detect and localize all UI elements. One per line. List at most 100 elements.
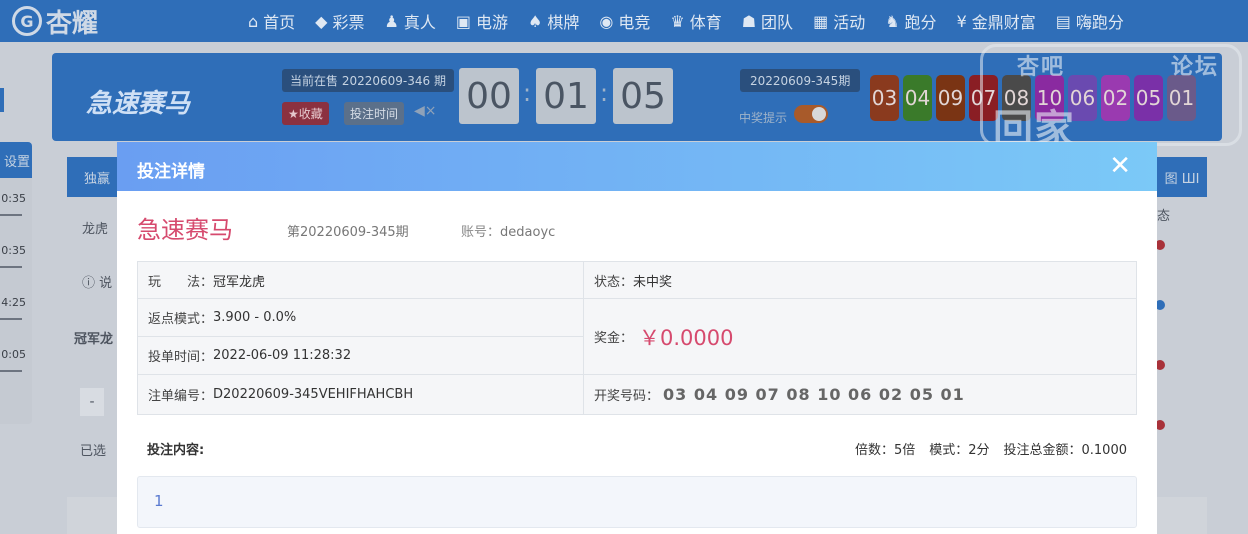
nav-item-label: 真人 bbox=[403, 13, 436, 32]
divider bbox=[0, 214, 22, 216]
nav-item-0[interactable]: ⌂ 首页 bbox=[248, 9, 295, 33]
watermark: 杏吧 论坛 回家14.com bbox=[980, 44, 1242, 201]
bet-meta: 倍数：5倍 模式：2分 投注总金额：0.1000 bbox=[855, 439, 1127, 458]
countdown-seconds: 05 bbox=[613, 68, 673, 124]
nav-item-6[interactable]: ♛ 体育 bbox=[670, 9, 721, 33]
order-value: D20220609-345VEHIFHAHCBH bbox=[213, 387, 414, 402]
draw-numbers: 03 04 09 07 08 10 06 02 05 01 bbox=[663, 385, 965, 404]
nav-item-9[interactable]: ♞ 跑分 bbox=[885, 9, 936, 33]
nav-item-label: 体育 bbox=[689, 13, 722, 32]
hi-icon: ▤ bbox=[1055, 11, 1071, 31]
left-time-4: 0:05 bbox=[1, 348, 26, 361]
row-label: 龙虎 bbox=[82, 222, 109, 237]
countdown-minutes: 01 bbox=[536, 68, 596, 124]
nav-item-3[interactable]: ▣ 电游 bbox=[456, 9, 508, 33]
nav-menu: ⌂ 首页 ◆ 彩票 ♟ 真人 ▣ 电游 ♠ 棋牌 ◉ 电竞 ♛ 体育 ☗ 团队 ▦ 活动 ♞ 跑分 ¥ 金鼎财富 ▤ 嗨跑分 bbox=[248, 0, 1124, 42]
multiple-value: 倍数：5倍 bbox=[854, 443, 916, 458]
bet-time-label: 投单时间： bbox=[148, 350, 214, 365]
draw-label: 开奖号码： bbox=[594, 389, 660, 404]
nav-item-label: 团队 bbox=[761, 13, 794, 32]
nav-item-label: 彩票 bbox=[332, 13, 365, 32]
game-name: 急速赛马 bbox=[137, 216, 233, 244]
left-sidebar: 设置 0:35 0:35 4:25 0:05 bbox=[0, 142, 32, 424]
lottery-icon: ◆ bbox=[315, 11, 328, 31]
left-edge-handle[interactable] bbox=[0, 88, 4, 112]
draw-ball: 04 bbox=[903, 75, 932, 121]
nav-item-10[interactable]: ¥ 金鼎财富 bbox=[957, 9, 1036, 33]
nav-item-1[interactable]: ◆ 彩票 bbox=[315, 9, 364, 33]
bet-content-label: 投注内容: bbox=[147, 443, 205, 458]
nav-item-label: 棋牌 bbox=[547, 13, 580, 32]
play-value: 冠军龙虎 bbox=[213, 274, 266, 290]
nav-item-8[interactable]: ▦ 活动 bbox=[813, 9, 865, 33]
tab-chart[interactable]: 图 ШI bbox=[1157, 157, 1207, 197]
current-issue-badge: 当前在售 20220609-346 期 bbox=[282, 69, 454, 92]
card-icon: ♠ bbox=[528, 11, 543, 31]
money-icon: ¥ bbox=[956, 11, 967, 31]
nav-item-7[interactable]: ☗ 团队 bbox=[742, 9, 793, 33]
top-nav: G 杏耀 ⌂ 首页 ◆ 彩票 ♟ 真人 ▣ 电游 ♠ 棋牌 ◉ 电竞 ♛ 体育 ☗ 团队 ▦ 活动 ♞ 跑分 ¥ 金鼎财富… bbox=[0, 0, 1248, 42]
account-info: 账号：dedaoyc bbox=[461, 221, 555, 240]
modal-title: 投注详情 bbox=[137, 162, 205, 182]
win-tip-toggle[interactable] bbox=[794, 105, 828, 123]
nav-item-2[interactable]: ♟ 真人 bbox=[385, 9, 436, 33]
section-label: 冠军龙 bbox=[74, 332, 114, 347]
divider bbox=[0, 266, 22, 268]
play-label: 玩 法： bbox=[148, 274, 214, 290]
account-label: 账号： bbox=[461, 225, 501, 240]
prize-value: ￥0.0000 bbox=[639, 325, 734, 350]
left-settings-tab[interactable]: 设置 bbox=[0, 142, 32, 178]
nav-item-label: 嗨跑分 bbox=[1075, 13, 1124, 32]
site-logo[interactable]: G 杏耀 bbox=[12, 4, 98, 39]
live-dealer-icon: ♟ bbox=[384, 11, 399, 31]
left-time-2: 0:35 bbox=[1, 244, 26, 257]
order-row: 注单编号： D20220609-345VEHIFHAHCBH bbox=[138, 375, 583, 414]
status-value: 未中奖 bbox=[633, 274, 673, 290]
nav-item-label: 活动 bbox=[833, 13, 866, 32]
gamepad-icon: ◉ bbox=[599, 11, 614, 31]
issue-number: 第20220609-345期 bbox=[287, 225, 409, 240]
countdown-separator: : bbox=[523, 79, 532, 107]
mute-icon[interactable]: ◀× bbox=[414, 103, 437, 119]
horse-icon: ♞ bbox=[885, 11, 900, 31]
left-time-1: 0:35 bbox=[1, 192, 26, 205]
play-row: 玩 法： 冠军龙虎 bbox=[138, 262, 583, 299]
left-time-3: 4:25 bbox=[1, 296, 26, 309]
favorite-button[interactable]: ★收藏 bbox=[282, 102, 329, 125]
game-logo: 急速赛马 bbox=[86, 89, 191, 119]
close-icon[interactable]: ✕ bbox=[1109, 152, 1131, 180]
prize-label: 奖金： bbox=[594, 331, 634, 346]
bet-time-row: 投单时间： 2022-06-09 11:28:32 bbox=[138, 337, 583, 375]
watermark-top-left: 杏吧 bbox=[1017, 55, 1066, 80]
countdown-separator: : bbox=[600, 79, 609, 107]
bet-time-value: 2022-06-09 11:28:32 bbox=[213, 348, 352, 363]
countdown-hours: 00 bbox=[459, 68, 519, 124]
draw-row: 开奖号码： 03 04 09 07 08 10 06 02 05 01 bbox=[584, 375, 1136, 414]
bet-time-button[interactable]: 投注时间 bbox=[344, 102, 405, 125]
decrease-button[interactable]: - bbox=[80, 388, 104, 416]
note-label: ⓘ 说 bbox=[82, 276, 113, 291]
bet-content-box: 1 bbox=[137, 476, 1137, 528]
logo-emblem-icon: G bbox=[12, 6, 42, 36]
draw-ball: 03 bbox=[870, 75, 899, 121]
slot-icon: ▣ bbox=[455, 11, 471, 31]
status-row: 状态： 未中奖 bbox=[584, 262, 1136, 299]
nav-item-label: 电游 bbox=[475, 13, 508, 32]
nav-item-5[interactable]: ◉ 电竞 bbox=[599, 9, 650, 33]
order-label: 注单编号： bbox=[148, 389, 214, 404]
divider bbox=[0, 370, 22, 372]
bet-detail-modal: 投注详情 ✕ 急速赛马 第20220609-345期 账号：dedaoyc 玩 … bbox=[117, 142, 1157, 534]
nav-item-11[interactable]: ▤ 嗨跑分 bbox=[1056, 9, 1124, 33]
rebate-row: 返点模式： 3.900 - 0.0% bbox=[138, 299, 583, 337]
bet-info-table: 玩 法： 冠军龙虎 状态： 未中奖 返点模式： 3.900 - 0.0% 投单时间： 2… bbox=[137, 261, 1137, 415]
divider bbox=[0, 318, 22, 320]
nav-item-4[interactable]: ♠ 棋牌 bbox=[528, 9, 579, 33]
total-amount-value: 投注总金额：0.1000 bbox=[1003, 443, 1128, 458]
nav-item-label: 金鼎财富 bbox=[971, 13, 1036, 32]
selected-label: 已选 bbox=[80, 444, 107, 459]
status-column: 态 bbox=[1157, 209, 1171, 224]
status-label: 状态： bbox=[594, 274, 634, 290]
nav-item-label: 跑分 bbox=[904, 13, 937, 32]
draw-ball: 09 bbox=[936, 75, 965, 121]
prize-row: 奖金： ￥0.0000 bbox=[584, 299, 1136, 375]
